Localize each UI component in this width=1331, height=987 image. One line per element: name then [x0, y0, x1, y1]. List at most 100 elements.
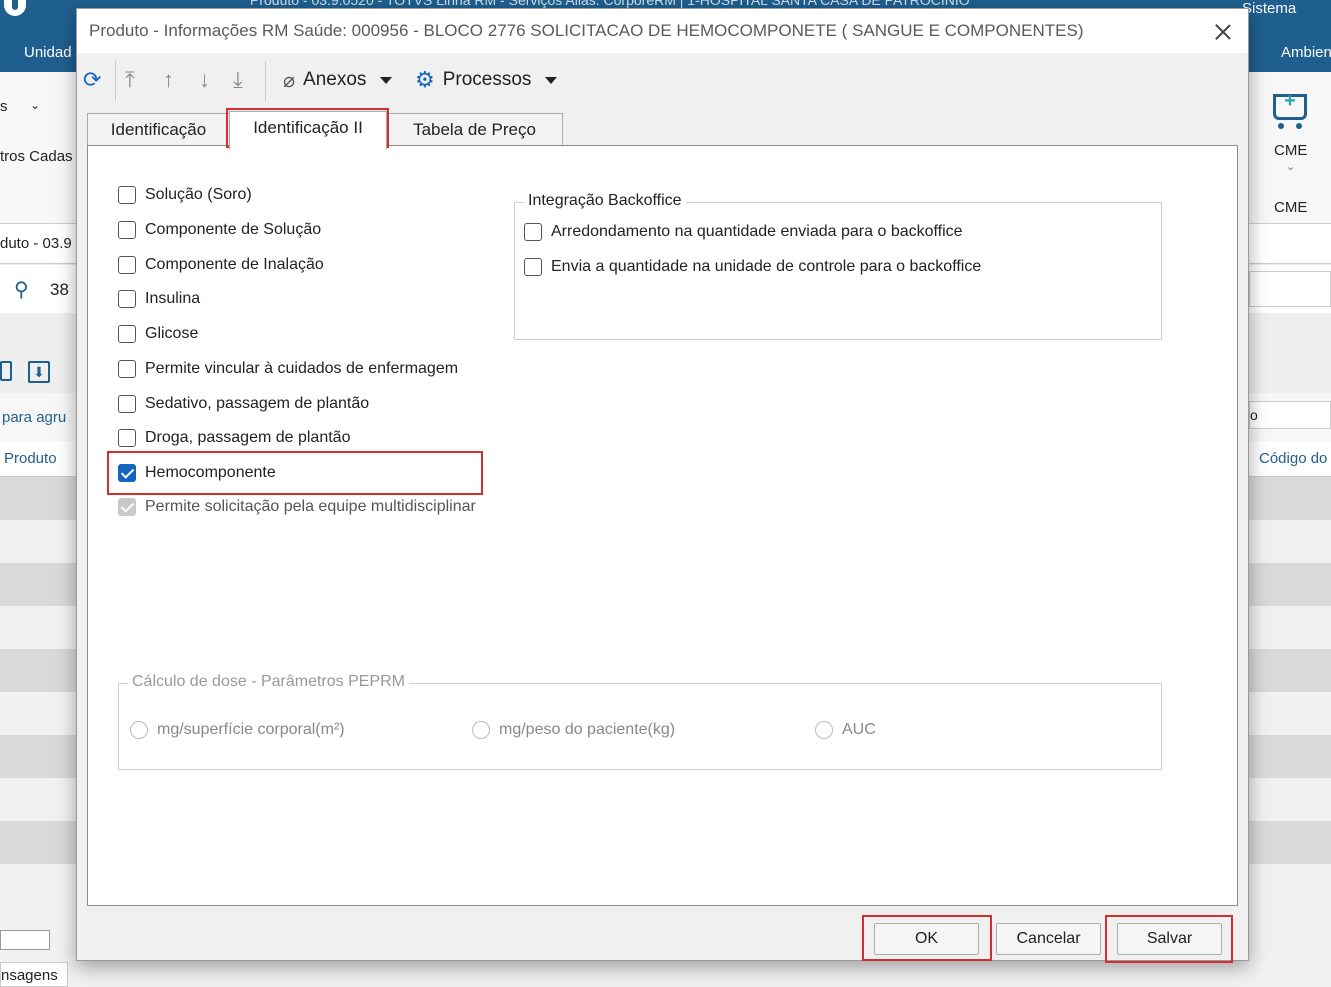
- checkbox-box[interactable]: [524, 223, 542, 241]
- ok-button[interactable]: OK: [874, 923, 979, 955]
- last-record-icon[interactable]: ⤓: [233, 63, 243, 97]
- next-record-icon[interactable]: ↓: [199, 63, 210, 97]
- checkbox-label: Componente de Inalação: [145, 256, 324, 273]
- checkbox-box[interactable]: [118, 325, 136, 343]
- backoffice-group-title: Integração Backoffice: [524, 192, 686, 210]
- checkbox-componente-solucao[interactable]: Componente de Solução: [118, 221, 321, 239]
- cart-add-icon[interactable]: +: [1268, 90, 1314, 130]
- menu-sistema[interactable]: Sistema: [1242, 0, 1296, 17]
- dialog-toolbar: ⟳ ⤒ ↑ ↓ ⤓ ⌀ Anexos ⚙ Processos: [77, 55, 1248, 105]
- anexos-label: Anexos: [303, 69, 367, 90]
- cme-group-label: CME: [1274, 199, 1308, 216]
- scrollbar-thumb[interactable]: [0, 930, 50, 950]
- checkbox-solucao-soro[interactable]: Solução (Soro): [118, 186, 252, 204]
- checkbox-componente-inalacao[interactable]: Componente de Inalação: [118, 256, 324, 274]
- dialog-title: Produto - Informações RM Saúde: 000956 -…: [89, 21, 1084, 40]
- checkbox-box[interactable]: [118, 395, 136, 413]
- checkbox-box[interactable]: [118, 186, 136, 204]
- checkbox-insulina[interactable]: Insulina: [118, 290, 200, 308]
- filter-field[interactable]: o: [1249, 401, 1331, 429]
- chevron-down-icon[interactable]: ⌄: [1286, 160, 1295, 173]
- radio-label: AUC: [842, 721, 876, 738]
- column-header-codigo[interactable]: Código do: [1259, 450, 1327, 467]
- checkbox-cuidados-enfermagem[interactable]: Permite vincular à cuidados de enfermage…: [118, 360, 458, 378]
- radio-label: mg/peso do paciente(kg): [499, 721, 676, 738]
- tab-tabela-de-preco[interactable]: Tabela de Preço: [386, 113, 563, 147]
- checkbox-box-disabled: [118, 498, 136, 516]
- checkbox-box[interactable]: [118, 360, 136, 378]
- radio-label: mg/superfície corporal(m²): [157, 721, 345, 738]
- checkbox-label: Insulina: [145, 290, 201, 307]
- checkbox-droga[interactable]: Droga, passagem de plantão: [118, 429, 350, 447]
- search-icon[interactable]: ⚲: [14, 277, 29, 302]
- close-icon[interactable]: [1209, 18, 1237, 46]
- radio-peso-paciente: mg/peso do paciente(kg): [472, 721, 675, 739]
- search-input[interactable]: 38: [50, 280, 69, 300]
- checkbox-box[interactable]: [524, 258, 542, 276]
- app-title: Produto - 03.9.0520 - TOTVS Linha RM - S…: [250, 0, 970, 8]
- cancel-button[interactable]: Cancelar: [996, 923, 1101, 955]
- checkbox-label: Droga, passagem de plantão: [145, 429, 351, 446]
- checkbox-label: Envia a quantidade na unidade de control…: [551, 258, 982, 275]
- previous-record-icon[interactable]: ↑: [163, 63, 174, 97]
- processos-button[interactable]: ⚙ Processos: [415, 63, 558, 97]
- tab-identificacao[interactable]: Identificação: [87, 113, 230, 147]
- dose-group-title: Cálculo de dose - Parâmetros PEPRM: [128, 673, 409, 691]
- gear-icon: ⚙: [415, 67, 435, 92]
- processos-label: Processos: [442, 69, 532, 90]
- checkbox-box[interactable]: [118, 290, 136, 308]
- checkbox-label: Glicose: [145, 325, 199, 342]
- toolbar-separator: [265, 61, 266, 101]
- checkbox-box[interactable]: [118, 221, 136, 239]
- checkbox-equipe-multidisciplinar: Permite solicitação pela equipe multidis…: [118, 498, 476, 516]
- checkbox-box[interactable]: [118, 429, 136, 447]
- checkbox-label: Solução (Soro): [145, 186, 252, 203]
- radio-auc: AUC: [815, 721, 876, 739]
- tab-identificacao-ii[interactable]: Identificação II: [229, 111, 387, 149]
- checkbox-unidade-controle[interactable]: Envia a quantidade na unidade de control…: [524, 258, 981, 276]
- radio-button: [130, 721, 148, 739]
- caret-down-icon: [545, 76, 558, 84]
- dialog-titlebar: Produto - Informações RM Saúde: 000956 -…: [77, 9, 1248, 53]
- toolbar-separator: [115, 61, 116, 101]
- checkbox-label: Permite solicitação pela equipe multidis…: [145, 498, 476, 515]
- ribbon-group-label: tros Cadas: [0, 148, 73, 165]
- menu-ambiente[interactable]: Ambien: [1281, 44, 1331, 61]
- checkbox-glicose[interactable]: Glicose: [118, 325, 198, 343]
- messages-tab[interactable]: nsagens: [0, 962, 68, 987]
- checkbox-arredondamento[interactable]: Arredondamento na quantidade enviada par…: [524, 223, 963, 241]
- caret-down-icon: [380, 76, 393, 84]
- tab-panel: Solução (Soro) Componente de Solução Com…: [87, 145, 1238, 906]
- checkbox-label: Arredondamento na quantidade enviada par…: [551, 223, 963, 240]
- checkbox-label: Componente de Solução: [145, 221, 322, 238]
- checkbox-label: Hemocomponente: [145, 464, 276, 481]
- download-icon[interactable]: ⬇: [28, 361, 50, 383]
- right-field[interactable]: [1249, 271, 1331, 307]
- radio-superficie-corporal: mg/superfície corporal(m²): [130, 721, 345, 739]
- ribbon-item[interactable]: s: [0, 98, 8, 115]
- checkbox-box-checked[interactable]: [118, 464, 136, 482]
- refresh-icon[interactable]: ⟳: [83, 63, 101, 97]
- dose-group: Cálculo de dose - Parâmetros PEPRM mg/su…: [118, 673, 1162, 770]
- group-by-hint: para agru: [2, 409, 67, 426]
- checkbox-sedativo[interactable]: Sedativo, passagem de plantão: [118, 395, 369, 413]
- product-dialog: Produto - Informações RM Saúde: 000956 -…: [76, 8, 1249, 961]
- app-logo: [4, 0, 26, 16]
- column-header-produto[interactable]: Produto: [4, 450, 57, 467]
- first-record-icon[interactable]: ⤒: [125, 63, 135, 97]
- save-button[interactable]: Salvar: [1117, 923, 1222, 955]
- checkbox-label: Sedativo, passagem de plantão: [145, 395, 370, 412]
- paperclip-icon: ⌀: [283, 69, 296, 92]
- cme-button-label[interactable]: CME: [1274, 142, 1307, 159]
- checkbox-label: Permite vincular à cuidados de enfermage…: [145, 360, 459, 377]
- export-icon[interactable]: [0, 361, 12, 381]
- radio-button: [815, 721, 833, 739]
- menu-unidade[interactable]: Unidad: [24, 44, 72, 61]
- checkbox-box[interactable]: [118, 256, 136, 274]
- chevron-down-icon[interactable]: ⌄: [30, 98, 40, 112]
- window-tab[interactable]: duto - 03.9: [0, 235, 72, 252]
- backoffice-group: Integração Backoffice Arredondamento na …: [514, 192, 1162, 340]
- anexos-button[interactable]: ⌀ Anexos: [283, 63, 393, 97]
- radio-button: [472, 721, 490, 739]
- checkbox-hemocomponente[interactable]: Hemocomponente: [118, 464, 276, 482]
